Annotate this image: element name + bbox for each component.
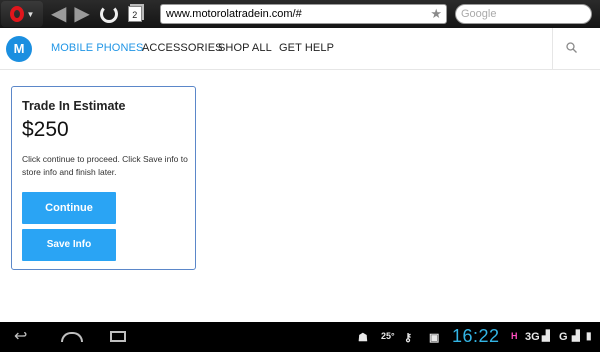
estimate-price: $250 — [22, 118, 69, 141]
recent-apps-icon[interactable] — [110, 331, 126, 342]
temperature-label: 25° — [381, 331, 395, 341]
screenshot-icon: ▣ — [429, 332, 440, 344]
url-input[interactable]: www.motorolatradein.com/# ★ — [160, 4, 447, 24]
signal-icon-2: ▟ — [572, 331, 580, 342]
nav-shop-all[interactable]: SHOP ALL — [218, 42, 272, 54]
key-icon: ⚷ — [404, 332, 413, 344]
usb-debug-icon: ☗ — [358, 332, 368, 344]
card-description: Click continue to proceed. Click Save in… — [22, 154, 188, 177]
home-icon[interactable] — [61, 332, 83, 342]
opera-menu-button[interactable]: ▼ — [1, 1, 43, 27]
forward-arrow-icon[interactable]: ▶ — [74, 4, 89, 24]
save-info-button[interactable]: Save Info — [22, 229, 116, 261]
url-text: www.motorolatradein.com/# — [166, 8, 302, 20]
search-icon[interactable] — [566, 42, 577, 53]
back-icon[interactable]: ↩ — [14, 329, 27, 345]
chevron-down-icon: ▼ — [26, 9, 35, 19]
opera-logo-icon — [9, 6, 24, 22]
network-h-label: H — [511, 331, 518, 341]
nav-accessories[interactable]: ACCESSORIES — [142, 42, 223, 54]
network-g-label: G — [559, 331, 568, 343]
reload-icon[interactable] — [99, 5, 118, 23]
browser-search-input[interactable]: Google — [455, 4, 592, 24]
trade-in-card: Trade In Estimate $250 Click continue to… — [11, 86, 196, 270]
bookmark-star-icon[interactable]: ★ — [430, 5, 442, 23]
clock: 16:22 — [452, 326, 500, 346]
signal-icon: ▟ — [542, 331, 550, 342]
back-arrow-icon[interactable]: ◀ — [51, 4, 66, 24]
nav-get-help[interactable]: GET HELP — [279, 42, 334, 54]
network-3g-label: 3G — [525, 331, 540, 343]
tabs-count-button[interactable]: 2 — [127, 6, 142, 22]
card-title: Trade In Estimate — [22, 99, 126, 113]
motorola-logo[interactable]: M — [6, 36, 32, 62]
site-header: M MOBILE PHONES ACCESSORIES SHOP ALL GET… — [0, 28, 600, 70]
system-navigation-bar: ↩ ☗ 25° ⚷ ▣ 16:22 H 3G ▟ G ▟ ▮ — [0, 322, 600, 352]
continue-button[interactable]: Continue — [22, 192, 116, 224]
battery-icon: ▮ — [586, 331, 592, 342]
nav-mobile-phones[interactable]: MOBILE PHONES — [51, 42, 143, 54]
header-divider — [552, 28, 553, 70]
